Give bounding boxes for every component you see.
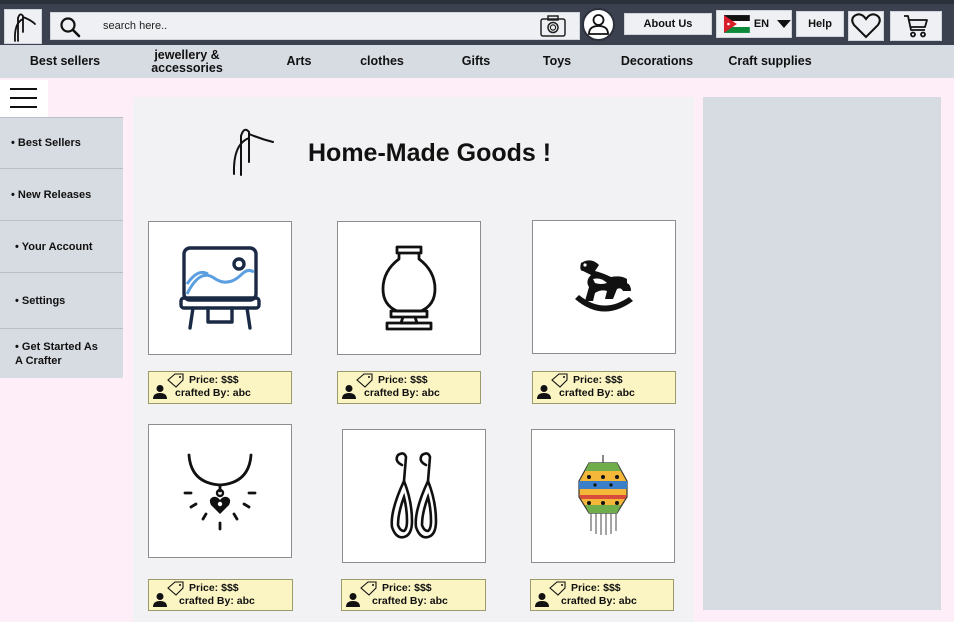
pottery-vase-icon <box>381 245 437 331</box>
category-best-sellers[interactable]: Best sellers <box>25 45 105 78</box>
rocking-horse-icon <box>575 260 633 312</box>
sidebar-item-settings[interactable]: • Settings <box>0 273 123 329</box>
camera-icon[interactable] <box>539 14 567 38</box>
user-icon <box>588 14 609 35</box>
product-card[interactable] <box>148 424 292 558</box>
product-card[interactable] <box>342 429 486 563</box>
price-tag-icon <box>360 581 377 596</box>
category-arts[interactable]: Arts <box>279 45 319 78</box>
price-label: Price: $$$ <box>189 374 239 386</box>
crafter-label: crafted By: abc <box>559 387 635 399</box>
product-card[interactable] <box>531 429 675 563</box>
category-decorations[interactable]: Decorations <box>617 45 697 78</box>
price-tag: Price: $$$ crafted By: abc <box>148 579 293 611</box>
needle-thread-logo-icon <box>232 128 274 176</box>
price-tag: Price: $$$ crafted By: abc <box>530 579 674 611</box>
search-icon[interactable] <box>59 16 81 38</box>
product-card[interactable] <box>532 220 676 354</box>
price-tag: Price: $$$ crafted By: abc <box>148 371 292 404</box>
crafter-label: crafted By: abc <box>175 387 251 399</box>
category-clothes[interactable]: clothes <box>356 45 408 78</box>
price-label: Price: $$$ <box>571 582 621 594</box>
user-icon <box>346 593 360 607</box>
about-us-button[interactable]: About Us <box>624 13 712 35</box>
product-card[interactable] <box>337 221 481 355</box>
page-title: Home-Made Goods ! <box>308 139 552 167</box>
price-tag: Price: $$$ crafted By: abc <box>532 371 676 404</box>
menu-button[interactable] <box>0 80 48 117</box>
user-icon <box>342 385 356 399</box>
sidebar-item-best-sellers[interactable]: • Best Sellers <box>0 117 123 169</box>
price-label: Price: $$$ <box>573 374 623 386</box>
product-card[interactable] <box>148 221 292 355</box>
hamburger-menu-icon <box>10 88 37 108</box>
price-tag: Price: $$$ crafted By: abc <box>337 371 481 404</box>
price-tag: Price: $$$ crafted By: abc <box>341 579 486 611</box>
account-button[interactable] <box>582 8 615 41</box>
help-label: Help <box>808 18 832 30</box>
price-label: Price: $$$ <box>382 582 432 594</box>
language-code: EN <box>753 18 770 30</box>
site-logo[interactable] <box>4 9 42 44</box>
needle-thread-logo-icon <box>14 13 36 42</box>
price-tag-icon <box>549 581 566 596</box>
drop-earrings-icon <box>390 452 438 539</box>
search-input[interactable]: search here.. <box>103 20 167 32</box>
user-icon <box>153 593 167 607</box>
painting-easel-icon <box>179 246 261 330</box>
category-craft-supplies[interactable]: Craft supplies <box>724 45 816 78</box>
jordan-flag-icon <box>724 15 750 33</box>
category-jewellery-accessories[interactable]: jewellery & accessories <box>137 45 237 78</box>
sidebar-item-get-started-crafter[interactable]: • Get Started As A Crafter <box>0 329 123 378</box>
language-selector[interactable]: EN <box>716 10 792 38</box>
price-label: Price: $$$ <box>189 582 239 594</box>
heart-icon <box>851 13 881 39</box>
price-label: Price: $$$ <box>378 374 428 386</box>
caret-down-icon <box>777 20 791 28</box>
favorites-button[interactable] <box>848 11 884 41</box>
cart-button[interactable] <box>890 11 942 41</box>
heart-necklace-icon <box>183 453 257 531</box>
category-gifts[interactable]: Gifts <box>456 45 496 78</box>
user-icon <box>537 385 551 399</box>
crafter-label: crafted By: abc <box>179 595 255 607</box>
sidebar-item-your-account[interactable]: • Your Account <box>0 221 123 273</box>
sidebar-item-new-releases[interactable]: • New Releases <box>0 169 123 221</box>
right-side-panel <box>703 97 941 610</box>
crafter-label: crafted By: abc <box>561 595 637 607</box>
category-toys[interactable]: Toys <box>537 45 577 78</box>
price-tag-icon <box>167 373 184 388</box>
top-strip <box>0 0 954 4</box>
price-tag-icon <box>167 581 184 596</box>
sidebar-menu: • Best Sellers • New Releases • Your Acc… <box>0 117 123 378</box>
user-icon <box>535 593 549 607</box>
crafter-label: crafted By: abc <box>364 387 440 399</box>
search-bar[interactable]: search here.. <box>50 12 580 40</box>
cart-icon <box>904 15 928 38</box>
price-tag-icon <box>356 373 373 388</box>
help-button[interactable]: Help <box>796 11 844 37</box>
price-tag-icon <box>551 373 568 388</box>
beaded-lantern-icon <box>578 455 628 535</box>
about-us-label: About Us <box>643 18 693 30</box>
user-icon <box>153 385 167 399</box>
crafter-label: crafted By: abc <box>372 595 448 607</box>
